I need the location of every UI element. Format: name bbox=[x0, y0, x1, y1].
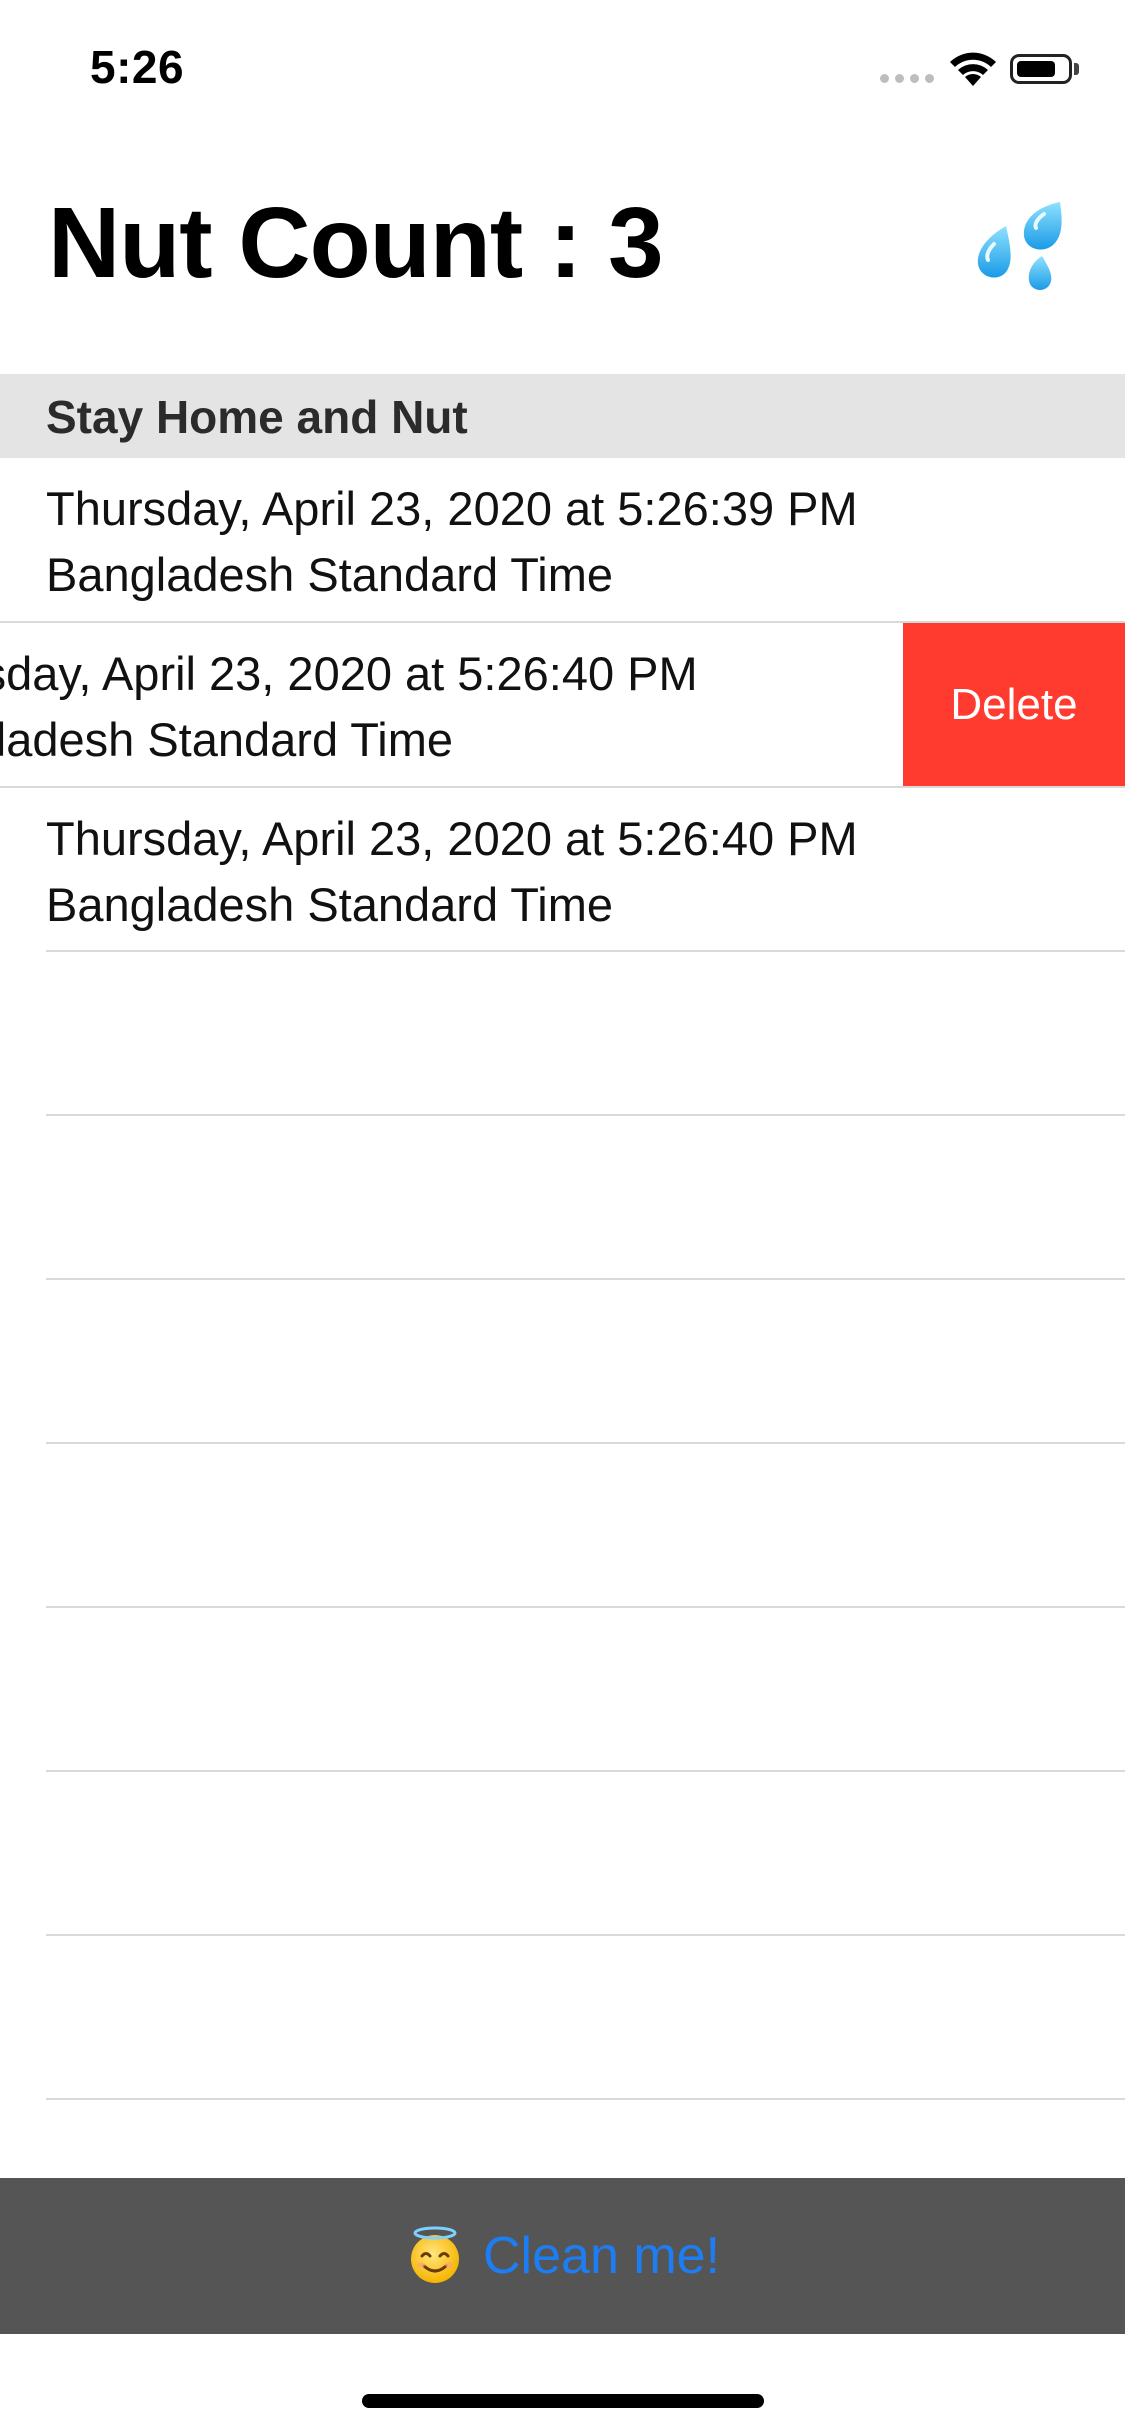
row-divider bbox=[46, 1442, 1125, 1444]
row-divider bbox=[46, 1770, 1125, 1772]
list-item-text: Thursday, April 23, 2020 at 5:26:40 PM B… bbox=[0, 641, 698, 773]
clean-button-label: Clean me! bbox=[483, 2227, 720, 2285]
list-item-text: Thursday, April 23, 2020 at 5:26:39 PM B… bbox=[46, 476, 858, 608]
bottom-toolbar: Clean me! bbox=[0, 2178, 1125, 2334]
battery-icon bbox=[1010, 54, 1072, 84]
wifi-icon bbox=[950, 52, 996, 86]
row-divider bbox=[46, 1278, 1125, 1280]
status-time: 5:26 bbox=[90, 41, 185, 93]
sweat-droplets-icon[interactable] bbox=[970, 196, 1070, 296]
list-item[interactable]: Thursday, April 23, 2020 at 5:26:39 PM B… bbox=[0, 458, 1125, 622]
cellular-signal-icon bbox=[880, 74, 936, 84]
row-divider bbox=[46, 1934, 1125, 1936]
clean-button[interactable]: Clean me! bbox=[0, 2178, 1125, 2334]
list-item-text: Thursday, April 23, 2020 at 5:26:40 PM B… bbox=[46, 806, 858, 938]
row-divider bbox=[46, 950, 1125, 952]
list-item-date: Thursday, April 23, 2020 at 5:26:39 PM bbox=[46, 482, 858, 535]
section-header: Stay Home and Nut bbox=[0, 374, 1125, 458]
status-bar: 5:26 bbox=[0, 0, 1125, 140]
list-item-date: Thursday, April 23, 2020 at 5:26:40 PM bbox=[46, 812, 858, 865]
row-divider bbox=[46, 2098, 1125, 2100]
list-item-swiped[interactable]: Thursday, April 23, 2020 at 5:26:40 PM B… bbox=[0, 623, 1125, 787]
list-item-timezone: Bangladesh Standard Time bbox=[46, 878, 613, 931]
row-divider bbox=[46, 1606, 1125, 1608]
delete-button[interactable]: Delete bbox=[903, 623, 1125, 787]
home-indicator[interactable] bbox=[362, 2394, 764, 2408]
list-item[interactable]: Thursday, April 23, 2020 at 5:26:40 PM B… bbox=[0, 788, 1125, 952]
section-title: Stay Home and Nut bbox=[46, 391, 468, 443]
smiling-face-with-halo-icon bbox=[411, 2226, 459, 2283]
row-divider bbox=[46, 1114, 1125, 1116]
battery-cap bbox=[1074, 63, 1079, 75]
page-title: Nut Count : 3 bbox=[48, 187, 664, 299]
list-item-timezone: Bangladesh Standard Time bbox=[46, 548, 613, 601]
list-item-timezone: Bangladesh Standard Time bbox=[0, 713, 453, 766]
list-item-date: Thursday, April 23, 2020 at 5:26:40 PM bbox=[0, 647, 698, 700]
